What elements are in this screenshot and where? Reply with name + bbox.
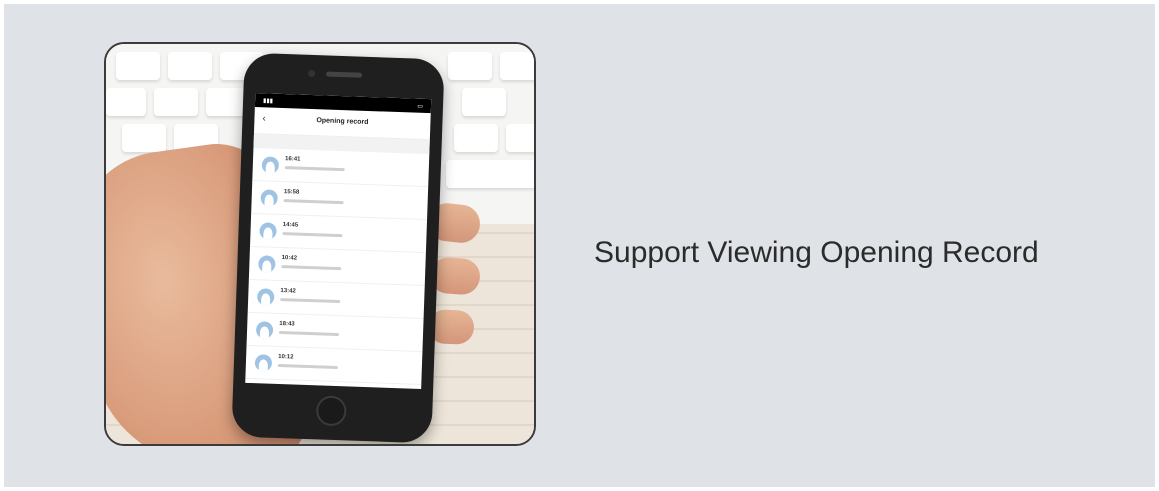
record-description xyxy=(281,265,342,271)
battery-icon: ▭ xyxy=(417,103,424,110)
record-description xyxy=(277,363,338,370)
record-description xyxy=(282,232,343,238)
key xyxy=(500,52,534,80)
user-avatar-icon xyxy=(254,354,273,372)
user-avatar-icon xyxy=(261,156,280,174)
record-time: 10:12 xyxy=(278,353,294,361)
record-description xyxy=(280,298,341,304)
user-avatar-icon xyxy=(258,255,276,273)
record-time: 13:42 xyxy=(280,288,296,295)
record-description xyxy=(283,199,344,205)
key xyxy=(106,88,146,116)
product-photo: ▮▮▮ ▭ ‹ Opening record 16:41 15:58 14:45… xyxy=(104,42,536,446)
record-time: 15:58 xyxy=(283,189,300,196)
key xyxy=(168,52,212,80)
key xyxy=(154,88,198,116)
record-row[interactable]: 10:12 xyxy=(245,345,423,385)
key xyxy=(116,52,160,80)
nav-title: Opening record xyxy=(316,117,369,126)
phone-screen: ▮▮▮ ▭ ‹ Opening record 16:41 15:58 14:45… xyxy=(245,93,432,389)
user-avatar-icon xyxy=(259,222,277,240)
smartphone: ▮▮▮ ▭ ‹ Opening record 16:41 15:58 14:45… xyxy=(231,52,445,444)
home-button xyxy=(315,395,347,427)
key xyxy=(506,124,534,152)
speaker-grille xyxy=(325,71,363,78)
record-time: 14:45 xyxy=(282,222,299,229)
user-avatar-icon xyxy=(260,189,278,207)
signal-icon: ▮▮▮ xyxy=(262,97,274,105)
camera-icon xyxy=(307,69,316,78)
user-avatar-icon xyxy=(256,288,275,306)
key xyxy=(446,160,534,188)
page: ▮▮▮ ▭ ‹ Opening record 16:41 15:58 14:45… xyxy=(0,0,1159,491)
key xyxy=(448,52,492,80)
record-description xyxy=(278,330,340,337)
key xyxy=(454,124,498,152)
key xyxy=(462,88,506,116)
record-time: 18:43 xyxy=(279,320,295,328)
record-time: 16:41 xyxy=(284,156,301,163)
record-description xyxy=(284,166,345,172)
headline: Support Viewing Opening Record xyxy=(594,236,1039,269)
user-avatar-icon xyxy=(255,321,274,339)
key xyxy=(122,124,166,152)
record-time: 10:42 xyxy=(281,255,298,262)
